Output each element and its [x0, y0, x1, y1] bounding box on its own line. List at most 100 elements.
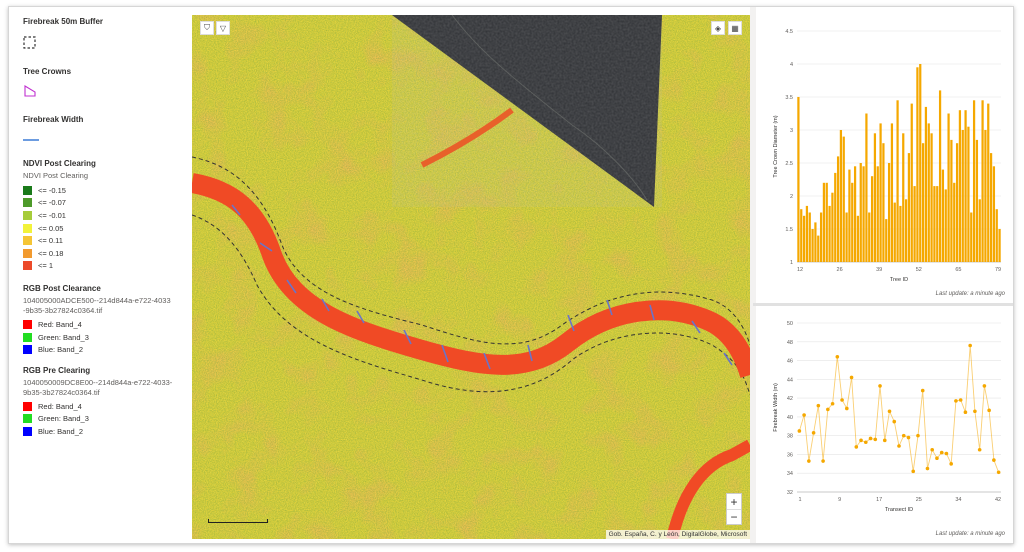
- bar: [967, 126, 970, 262]
- data-point: [816, 403, 821, 408]
- bar: [814, 222, 817, 262]
- data-point: [807, 459, 811, 463]
- y-tick-label: 1.5: [785, 227, 793, 233]
- data-point: [897, 444, 901, 448]
- bar: [981, 100, 984, 262]
- bar: [950, 139, 953, 262]
- data-point: [845, 406, 849, 411]
- bar: [848, 169, 851, 262]
- data-point: [859, 438, 863, 443]
- data-point: [911, 469, 916, 474]
- bar: [904, 199, 908, 262]
- y-tick-label: 3.5: [785, 95, 793, 101]
- bar: [873, 133, 877, 262]
- y-tick-label: 36: [787, 452, 793, 458]
- chart-divider: [753, 303, 1013, 306]
- data-point: [854, 445, 859, 449]
- legend-swatch: [23, 401, 32, 411]
- legend-class-row: Red: Band_4: [23, 318, 191, 331]
- legend-class-row: <= -0.01: [23, 209, 191, 222]
- bar: [941, 169, 945, 262]
- data-point: [873, 437, 878, 442]
- y-tick-label: 48: [787, 340, 793, 346]
- data-point: [863, 440, 868, 445]
- bar: [805, 205, 809, 262]
- x-tick-label: 26: [837, 267, 843, 273]
- bar: [828, 205, 831, 262]
- legend-swatch: [23, 319, 32, 329]
- x-tick-label: 39: [876, 267, 882, 273]
- bar: [808, 212, 811, 262]
- filter-icon[interactable]: ⛉: [200, 21, 214, 35]
- legend-class-label: <= 1: [38, 261, 54, 271]
- bar: [802, 215, 806, 262]
- bar: [800, 209, 803, 262]
- bar: [842, 136, 845, 262]
- x-tick-label: 12: [797, 267, 803, 273]
- legend-swatch: [23, 426, 32, 436]
- bar: [947, 113, 950, 262]
- bar: [896, 100, 899, 262]
- qr-icon[interactable]: ▦: [728, 21, 742, 35]
- x-tick-label: 65: [955, 267, 961, 273]
- bar: [851, 182, 854, 262]
- bar: [902, 133, 905, 262]
- map-view[interactable]: ⛉ ▽ ◈ ▦ + − Gob. España, C. y León, Digi…: [192, 15, 750, 539]
- bar: [834, 172, 837, 262]
- layers-icon[interactable]: ◈: [711, 21, 725, 35]
- data-point: [996, 470, 1001, 475]
- bar: [856, 215, 860, 262]
- data-point: [958, 398, 963, 402]
- legend-class-row: <= -0.15: [23, 184, 191, 197]
- panel-divider: [750, 7, 756, 543]
- bar: [870, 176, 874, 262]
- legend-rgb-post-file: 104005000ADCE500--214d844a-e722-4033-9b3…: [23, 296, 171, 316]
- legend-swatch: [23, 345, 32, 355]
- rgb-pre-band-list: Red: Band_4 Green: Band_3 Blue: Band_2: [23, 400, 191, 438]
- zoom-out-button[interactable]: −: [727, 509, 741, 524]
- data-point: [901, 433, 906, 438]
- map-scalebar: [208, 519, 268, 523]
- ndvi-class-list: <= -0.15 <= -0.07 <= -0.01 <= 0.05 <= 0.11 <=…: [23, 184, 191, 272]
- data-point: [949, 462, 953, 466]
- rgb-post-band-list: Red: Band_4 Green: Band_3 Blue: Band_2: [23, 318, 191, 356]
- legend-swatch: [23, 248, 32, 258]
- map-toolbar-left: ⛉ ▽: [200, 21, 230, 35]
- data-point: [840, 398, 844, 402]
- bar: [953, 182, 956, 262]
- data-point: [987, 408, 991, 413]
- bar: [936, 186, 939, 262]
- x-tick-label: 1: [798, 497, 801, 503]
- y-tick-label: 50: [787, 321, 793, 327]
- zoom-in-button[interactable]: +: [727, 494, 741, 509]
- ndvi-raster: [192, 15, 750, 539]
- legend-class-row: <= -0.07: [23, 197, 191, 210]
- bar: [992, 166, 996, 262]
- legend-swatch: [23, 261, 32, 271]
- legend-class-label: Red: Band_4: [38, 401, 82, 411]
- firebreak-width-line-chart: 32 34 36 38 40 42 44 46 48 50 1 9 17 25 34 42 Transect I…: [773, 321, 1001, 513]
- bar: [958, 110, 962, 262]
- bar: [797, 97, 800, 262]
- bar: [964, 110, 967, 262]
- legend-class-label: Blue: Band_2: [38, 345, 84, 355]
- legend-rgb-post-title: RGB Post Clearance: [23, 284, 101, 294]
- legend-class-row: Blue: Band_2: [23, 343, 191, 356]
- legend-swatch: [23, 198, 32, 208]
- bar: [930, 133, 933, 262]
- legend-class-row: Blue: Band_2: [23, 425, 191, 438]
- data-point: [830, 401, 835, 406]
- data-point: [992, 458, 996, 462]
- bar: [819, 212, 823, 262]
- data-point: [935, 456, 939, 460]
- bar: [862, 166, 865, 262]
- legend-swatch: [23, 210, 32, 220]
- x-tick-label: 9: [838, 497, 841, 503]
- bar: [944, 189, 947, 262]
- y-tick-label: 42: [787, 396, 793, 402]
- y-tick-label: 2.5: [785, 161, 793, 167]
- legend-class-row: <= 0.18: [23, 247, 191, 260]
- bar: [995, 209, 998, 262]
- bar: [933, 186, 936, 262]
- funnel-icon[interactable]: ▽: [216, 21, 230, 35]
